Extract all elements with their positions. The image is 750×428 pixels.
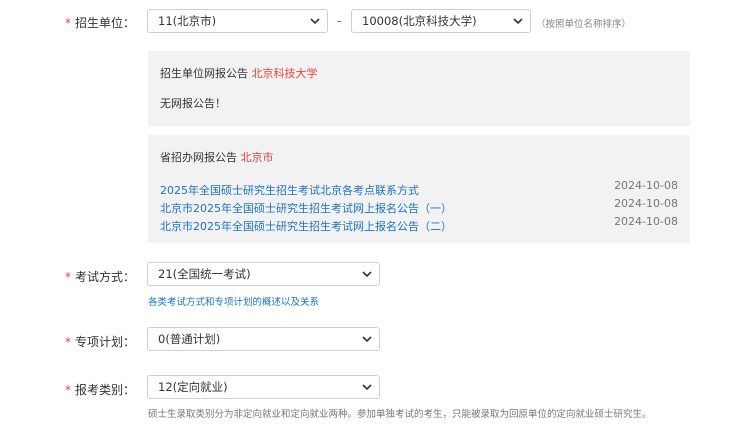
province-notice-province: 北京市: [240, 151, 274, 164]
required-mark: *: [65, 335, 71, 349]
special-plan-label: * 专项计划：: [65, 335, 136, 349]
notice-date: 2024-10-08: [614, 215, 678, 228]
special-plan-select[interactable]: 0(普通计划): [147, 327, 380, 351]
notice-list-item: 2025年全国硕士研究生招生考试北京各考点联系方式 2024-10-08: [160, 179, 678, 198]
notice-date: 2024-10-08: [614, 197, 678, 210]
chevron-down-icon: [513, 18, 523, 25]
notice-link[interactable]: 北京市2025年全国硕士研究生招生考试网上报名公告（二）: [160, 220, 452, 233]
exam-mode-select-value: 21(全国统一考试): [158, 267, 251, 281]
chevron-down-icon: [362, 271, 372, 278]
unit-notice-panel: 招生单位网报公告 北京科技大学 无网报公告！: [148, 51, 690, 126]
province-select-value: 11(北京市): [158, 14, 217, 28]
category-note: 硕士生录取类别分为非定向就业和定向就业两种。参加单独考试的考生，只能被录取为回原…: [148, 409, 652, 420]
school-select-value: 10008(北京科技大学): [362, 14, 477, 28]
chevron-down-icon: [362, 336, 372, 343]
school-select[interactable]: 10008(北京科技大学): [351, 9, 531, 33]
unit-notice-title: 招生单位网报公告 北京科技大学: [160, 67, 318, 80]
required-mark: *: [65, 270, 71, 284]
notice-link[interactable]: 北京市2025年全国硕士研究生招生考试网上报名公告（一）: [160, 202, 452, 215]
category-label: * 报考类别：: [65, 383, 136, 397]
required-mark: *: [65, 16, 71, 30]
required-mark: *: [65, 383, 71, 397]
province-select[interactable]: 11(北京市): [147, 9, 328, 33]
category-select-value: 12(定向就业): [158, 380, 228, 394]
unit-notice-empty: 无网报公告！: [160, 97, 226, 110]
exam-mode-help-link[interactable]: 各类考试方式和专项计划的概述以及关系: [148, 294, 319, 308]
exam-mode-select[interactable]: 21(全国统一考试): [147, 262, 380, 286]
notice-link[interactable]: 2025年全国硕士研究生招生考试北京各考点联系方式: [160, 184, 419, 197]
chevron-down-icon: [310, 18, 320, 25]
notice-list-item: 北京市2025年全国硕士研究生招生考试网上报名公告（二） 2024-10-08: [160, 215, 678, 234]
special-plan-select-value: 0(普通计划): [158, 332, 221, 346]
range-separator: -: [337, 14, 342, 28]
chevron-down-icon: [362, 384, 372, 391]
category-select[interactable]: 12(定向就业): [147, 375, 380, 399]
notice-date: 2024-10-08: [614, 179, 678, 192]
unit-notice-school: 北京科技大学: [251, 67, 318, 80]
sort-hint: （按照单位名称排序）: [536, 19, 632, 30]
unit-label: * 招生单位：: [65, 16, 136, 30]
province-notice-panel: 省招办网报公告 北京市 2025年全国硕士研究生招生考试北京各考点联系方式 20…: [148, 135, 690, 243]
notice-list-item: 北京市2025年全国硕士研究生招生考试网上报名公告（一） 2024-10-08: [160, 197, 678, 216]
exam-mode-label: * 考试方式：: [65, 270, 136, 284]
province-notice-title: 省招办网报公告 北京市: [160, 151, 274, 164]
